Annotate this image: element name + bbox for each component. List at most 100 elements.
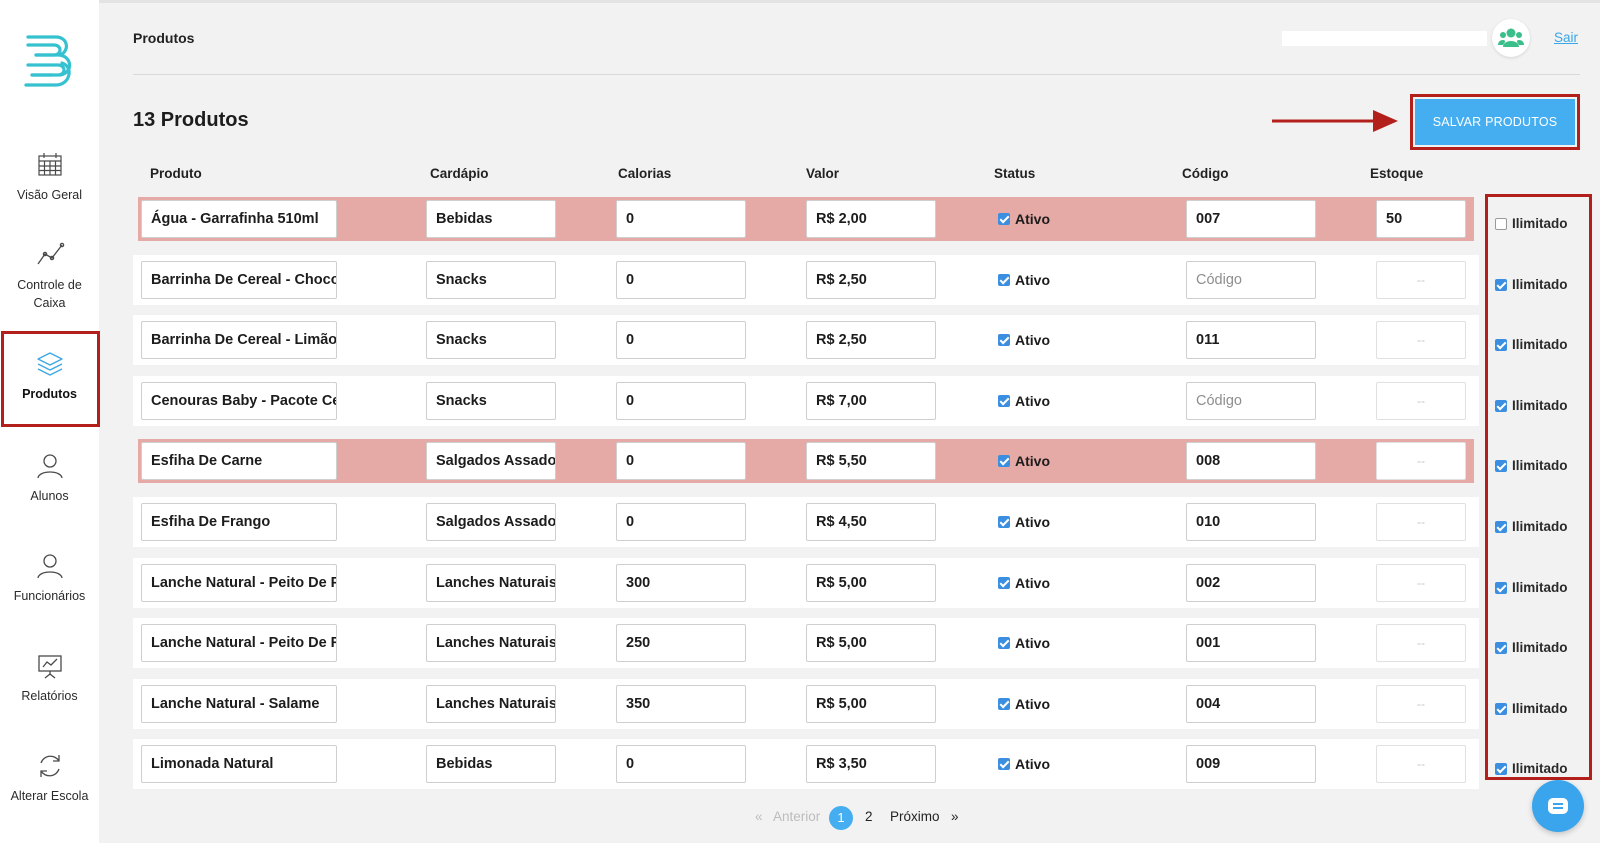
calorias-input[interactable]: 350 — [616, 685, 746, 723]
unlimited-checkbox[interactable]: Ilimitado — [1495, 458, 1568, 473]
valor-input[interactable]: R$ 5,50 — [806, 442, 936, 480]
cardapio-input[interactable]: Lanches Naturais — [426, 685, 556, 723]
column-header-codigo: Código — [1182, 166, 1229, 181]
checkbox-checked-icon — [1495, 762, 1507, 775]
logout-link[interactable]: Sair — [1554, 30, 1578, 45]
sidebar-item-alterar-escola[interactable]: Alterar Escola — [0, 751, 99, 805]
calorias-input[interactable]: 250 — [616, 624, 746, 662]
valor-input[interactable]: R$ 3,50 — [806, 745, 936, 783]
calorias-input[interactable]: 0 — [616, 382, 746, 420]
cardapio-input[interactable]: Snacks — [426, 382, 556, 420]
cardapio-input[interactable]: Snacks — [426, 321, 556, 359]
valor-input[interactable]: R$ 2,50 — [806, 261, 936, 299]
avatar[interactable] — [1492, 19, 1530, 57]
chat-icon — [1548, 798, 1568, 814]
codigo-input[interactable]: 004 — [1186, 685, 1316, 723]
status-checkbox[interactable]: Ativo — [998, 332, 1050, 348]
unlimited-checkbox[interactable]: Ilimitado — [1495, 580, 1568, 595]
sidebar-item-controle-de-caixa[interactable]: Controle de Caixa — [0, 240, 99, 312]
valor-input[interactable]: R$ 2,50 — [806, 321, 936, 359]
unlimited-checkbox[interactable]: Ilimitado — [1495, 701, 1568, 716]
codigo-input[interactable]: 007 — [1186, 200, 1316, 238]
produto-input[interactable]: Barrinha De Cereal - Limão — [141, 321, 337, 359]
cardapio-input[interactable]: Salgados Assados — [426, 442, 556, 480]
unlimited-checkbox[interactable]: Ilimitado — [1495, 519, 1568, 534]
produto-input[interactable]: Lanche Natural - Peito De Peru — [141, 564, 337, 602]
codigo-input[interactable]: Código — [1186, 382, 1316, 420]
status-checkbox[interactable]: Ativo — [998, 211, 1050, 227]
sidebar-item-label: Relatórios — [21, 689, 78, 703]
user-name-redacted — [1282, 31, 1487, 46]
pagination-prev[interactable]: Anterior — [773, 809, 820, 824]
checkbox-checked-icon — [998, 637, 1010, 649]
unlimited-label: Ilimitado — [1512, 640, 1568, 655]
status-checkbox[interactable]: Ativo — [998, 453, 1050, 469]
sidebar-item-relatorios[interactable]: Relatórios — [0, 651, 99, 705]
codigo-input[interactable]: 011 — [1186, 321, 1316, 359]
produto-input[interactable]: Barrinha De Cereal - Chocolate — [141, 261, 337, 299]
status-checkbox[interactable]: Ativo — [998, 696, 1050, 712]
valor-input[interactable]: R$ 4,50 — [806, 503, 936, 541]
chat-button[interactable] — [1532, 780, 1584, 832]
status-checkbox[interactable]: Ativo — [998, 575, 1050, 591]
cardapio-input[interactable]: Salgados Assados — [426, 503, 556, 541]
sidebar-item-funcionarios[interactable]: Funcionários — [0, 551, 99, 605]
checkbox-checked-icon — [998, 455, 1010, 467]
checkbox-checked-icon — [998, 758, 1010, 770]
codigo-input[interactable]: 008 — [1186, 442, 1316, 480]
sidebar-item-label: Funcionários — [13, 589, 86, 603]
produto-input[interactable]: Limonada Natural — [141, 745, 337, 783]
produto-input[interactable]: Água - Garrafinha 510ml — [141, 200, 337, 238]
unlimited-checkbox[interactable]: Ilimitado — [1495, 640, 1568, 655]
status-checkbox[interactable]: Ativo — [998, 635, 1050, 651]
estoque-input[interactable]: 50 — [1376, 200, 1466, 238]
valor-input[interactable]: R$ 5,00 — [806, 564, 936, 602]
produto-input[interactable]: Esfiha De Carne — [141, 442, 337, 480]
sidebar-item-alunos[interactable]: Alunos — [0, 451, 99, 505]
cardapio-input[interactable]: Lanches Naturais — [426, 564, 556, 602]
unlimited-checkbox[interactable]: Ilimitado — [1495, 761, 1568, 776]
codigo-input[interactable]: 009 — [1186, 745, 1316, 783]
sidebar-item-visao-geral[interactable]: Visão Geral — [0, 150, 99, 204]
produto-input[interactable]: Esfiha De Frango — [141, 503, 337, 541]
calorias-input[interactable]: 0 — [616, 745, 746, 783]
calorias-input[interactable]: 0 — [616, 503, 746, 541]
status-label: Ativo — [1015, 453, 1050, 469]
calorias-input[interactable]: 0 — [616, 200, 746, 238]
pagination-page-2[interactable]: 2 — [865, 809, 873, 824]
codigo-input[interactable]: 001 — [1186, 624, 1316, 662]
unlimited-checkbox[interactable]: Ilimitado — [1495, 337, 1568, 352]
app-logo — [24, 35, 72, 87]
cardapio-input[interactable]: Bebidas — [426, 200, 556, 238]
status-checkbox[interactable]: Ativo — [998, 514, 1050, 530]
cardapio-input[interactable]: Snacks — [426, 261, 556, 299]
calorias-input[interactable]: 0 — [616, 442, 746, 480]
produto-input[interactable]: Lanche Natural - Peito De Frango — [141, 624, 337, 662]
calorias-input[interactable]: 0 — [616, 321, 746, 359]
unlimited-checkbox[interactable]: Ilimitado — [1495, 216, 1568, 231]
pagination-next-arrow[interactable]: » — [951, 809, 959, 824]
cardapio-input[interactable]: Bebidas — [426, 745, 556, 783]
sidebar-item-label: Alunos — [30, 489, 69, 503]
cardapio-input[interactable]: Lanches Naturais — [426, 624, 556, 662]
unlimited-checkbox[interactable]: Ilimitado — [1495, 277, 1568, 292]
estoque-input: -- — [1376, 261, 1466, 299]
codigo-input[interactable]: 002 — [1186, 564, 1316, 602]
pagination-next[interactable]: Próximo — [890, 809, 940, 824]
valor-input[interactable]: R$ 2,00 — [806, 200, 936, 238]
status-checkbox[interactable]: Ativo — [998, 393, 1050, 409]
status-checkbox[interactable]: Ativo — [998, 272, 1050, 288]
calorias-input[interactable]: 300 — [616, 564, 746, 602]
codigo-input[interactable]: Código — [1186, 261, 1316, 299]
produto-input[interactable]: Cenouras Baby - Pacote Cenoura — [141, 382, 337, 420]
status-checkbox[interactable]: Ativo — [998, 756, 1050, 772]
unlimited-checkbox[interactable]: Ilimitado — [1495, 398, 1568, 413]
save-products-button[interactable]: SALVAR PRODUTOS — [1415, 99, 1575, 145]
produto-input[interactable]: Lanche Natural - Salame — [141, 685, 337, 723]
valor-input[interactable]: R$ 7,00 — [806, 382, 936, 420]
codigo-input[interactable]: 010 — [1186, 503, 1316, 541]
pagination-page-1[interactable]: 1 — [829, 806, 853, 830]
valor-input[interactable]: R$ 5,00 — [806, 685, 936, 723]
calorias-input[interactable]: 0 — [616, 261, 746, 299]
valor-input[interactable]: R$ 5,00 — [806, 624, 936, 662]
